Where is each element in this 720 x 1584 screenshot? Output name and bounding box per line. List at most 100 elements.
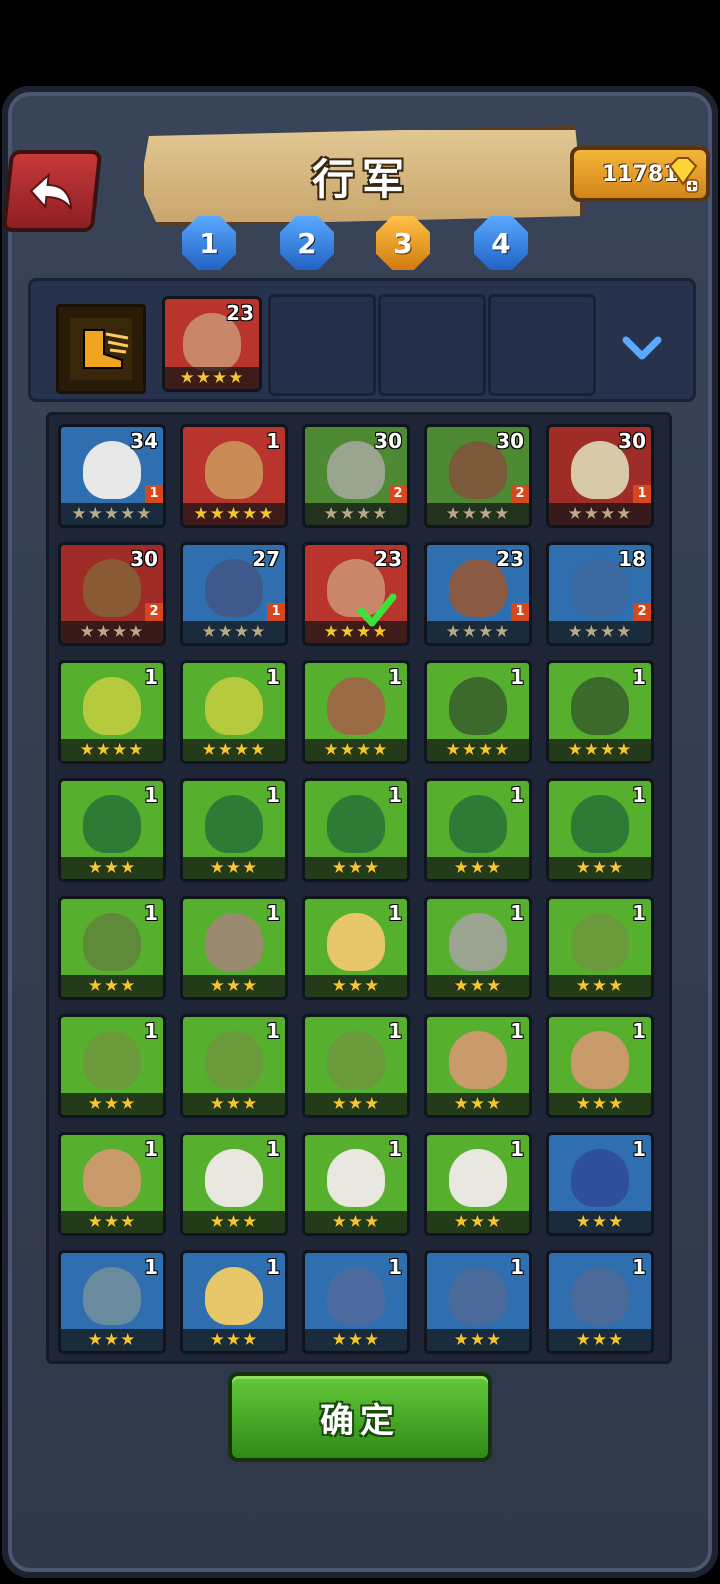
hero-card[interactable]: 1 ★★★ <box>302 778 410 882</box>
hero-card[interactable]: 23 1 ★★★★ <box>424 542 532 646</box>
hero-card[interactable]: 1 ★★★★ <box>58 660 166 764</box>
hero-level: 1 <box>510 901 524 925</box>
hero-card[interactable]: 1 ★★★ <box>180 1014 288 1118</box>
confirm-button[interactable]: 确定 <box>228 1372 492 1462</box>
hero-card[interactable]: 1 ★★★ <box>424 896 532 1000</box>
hero-stars: ★★★★ <box>183 621 285 643</box>
hero-card[interactable]: 1 ★★★★ <box>546 660 654 764</box>
hero-stars: ★★★ <box>61 1211 163 1233</box>
hero-card[interactable]: 1 ★★★ <box>302 1250 410 1354</box>
hero-level: 1 <box>144 665 158 689</box>
hero-card[interactable]: 1 ★★★ <box>58 896 166 1000</box>
hero-portrait <box>449 677 507 735</box>
hero-rank-badge: 2 <box>633 603 651 621</box>
hero-stars: ★★★ <box>183 1211 285 1233</box>
hero-portrait <box>327 913 385 971</box>
hero-card[interactable]: 1 ★★★ <box>180 1250 288 1354</box>
hero-portrait <box>449 795 507 853</box>
hero-level: 34 <box>130 429 158 453</box>
gem-counter[interactable]: 11781 <box>570 146 710 202</box>
hero-card[interactable]: 1 ★★★ <box>180 896 288 1000</box>
hero-card[interactable]: 1 ★★★★ <box>424 660 532 764</box>
hero-level: 27 <box>252 547 280 571</box>
hero-stars: ★★★★★ <box>183 503 285 525</box>
hero-card[interactable]: 30 1 ★★★★ <box>546 424 654 528</box>
hero-stars: ★★★ <box>549 1093 651 1115</box>
hero-card[interactable]: 30 2 ★★★★ <box>424 424 532 528</box>
hero-rank-badge: 2 <box>145 603 163 621</box>
hero-card[interactable]: 1 ★★★ <box>546 1250 654 1354</box>
hero-card[interactable]: 1 ★★★ <box>546 1014 654 1118</box>
hero-card[interactable]: 34 1 ★★★★★ <box>58 424 166 528</box>
hero-level: 30 <box>130 547 158 571</box>
hero-card[interactable]: 1 ★★★ <box>58 1132 166 1236</box>
hero-rank-badge: 1 <box>511 603 529 621</box>
hero-card[interactable]: 1 ★★★ <box>424 1132 532 1236</box>
hero-portrait <box>83 795 141 853</box>
hero-level: 1 <box>632 1019 646 1043</box>
hero-stars: ★★★★ <box>61 739 163 761</box>
hero-portrait <box>449 1149 507 1207</box>
hero-stars: ★★★ <box>183 975 285 997</box>
hero-card[interactable]: 27 1 ★★★★ <box>180 542 288 646</box>
hero-portrait <box>327 795 385 853</box>
confirm-label: 确定 <box>320 1400 400 1441</box>
hero-level: 30 <box>496 429 524 453</box>
team-slot-1[interactable]: 23 ★★★★ <box>162 296 262 392</box>
hero-card[interactable]: 1 ★★★ <box>424 778 532 882</box>
hero-portrait <box>327 1149 385 1207</box>
team-slot-2[interactable] <box>268 294 376 396</box>
tab-label: 2 <box>297 226 317 260</box>
hero-level: 1 <box>266 429 280 453</box>
hero-card[interactable]: 1 ★★★ <box>302 896 410 1000</box>
hero-card[interactable]: 1 ★★★★ <box>302 660 410 764</box>
tab-1[interactable]: 1 <box>182 216 236 270</box>
hero-card[interactable]: 1 ★★★ <box>546 778 654 882</box>
hero-card[interactable]: 1 ★★★ <box>58 778 166 882</box>
hero-stars: ★★★ <box>183 857 285 879</box>
tab-4[interactable]: 4 <box>474 216 528 270</box>
hero-stars: ★★★ <box>427 1093 529 1115</box>
hero-level: 1 <box>144 1255 158 1279</box>
hero-stars: ★★★ <box>549 1211 651 1233</box>
hero-card[interactable]: 1 ★★★ <box>546 1132 654 1236</box>
hero-card[interactable]: 1 ★★★ <box>302 1014 410 1118</box>
hero-stars: ★★★★ <box>427 503 529 525</box>
team-slot-3[interactable] <box>378 294 486 396</box>
hero-portrait <box>205 1031 263 1089</box>
hero-card[interactable]: 1 ★★★ <box>302 1132 410 1236</box>
hero-card[interactable]: 1 ★★★ <box>424 1014 532 1118</box>
chevron-down-icon[interactable] <box>622 336 662 362</box>
hero-level: 1 <box>510 1019 524 1043</box>
tab-2[interactable]: 2 <box>280 216 334 270</box>
hero-card[interactable]: 18 2 ★★★★ <box>546 542 654 646</box>
hero-rank-badge: 2 <box>389 485 407 503</box>
hero-card[interactable]: 1 ★★★★ <box>180 660 288 764</box>
tab-3[interactable]: 3 <box>376 216 430 270</box>
hero-card[interactable]: 23 ★★★★ <box>302 542 410 646</box>
hero-card[interactable]: 1 ★★★ <box>180 1132 288 1236</box>
hero-portrait <box>83 677 141 735</box>
hero-portrait <box>327 1267 385 1325</box>
hero-portrait <box>571 913 629 971</box>
hero-level: 18 <box>618 547 646 571</box>
hero-card[interactable]: 30 2 ★★★★ <box>58 542 166 646</box>
team-slot-4[interactable] <box>488 294 596 396</box>
hero-card[interactable]: 1 ★★★ <box>58 1014 166 1118</box>
diamond-plus-icon <box>668 157 699 193</box>
hero-stars: ★★★ <box>305 1211 407 1233</box>
hero-stars: ★★★ <box>549 975 651 997</box>
skill-slot[interactable] <box>56 304 146 394</box>
hero-level: 1 <box>388 1137 402 1161</box>
hero-level: 1 <box>632 1255 646 1279</box>
hero-card[interactable]: 1 ★★★ <box>58 1250 166 1354</box>
hero-card[interactable]: 1 ★★★★★ <box>180 424 288 528</box>
hero-card[interactable]: 1 ★★★ <box>180 778 288 882</box>
hero-stars: ★★★ <box>305 857 407 879</box>
hero-card[interactable]: 30 2 ★★★★ <box>302 424 410 528</box>
hero-portrait <box>449 1031 507 1089</box>
hero-stars: ★★★★ <box>549 739 651 761</box>
boot-icon <box>70 318 132 380</box>
hero-card[interactable]: 1 ★★★ <box>424 1250 532 1354</box>
hero-card[interactable]: 1 ★★★ <box>546 896 654 1000</box>
